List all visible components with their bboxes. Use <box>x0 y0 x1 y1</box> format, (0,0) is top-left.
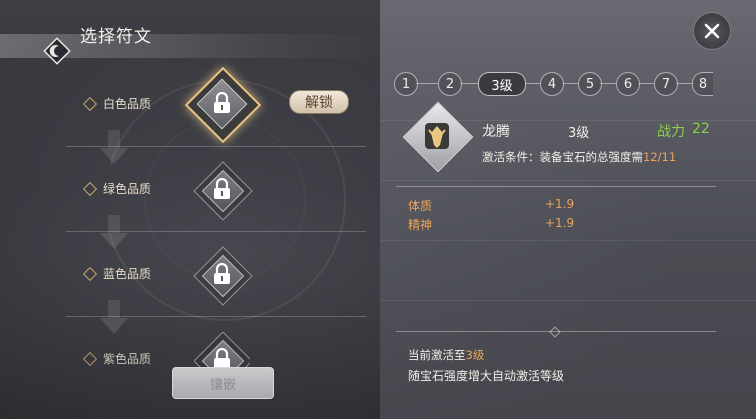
rune-level: 3级 <box>568 126 590 141</box>
close-button[interactable] <box>693 12 731 50</box>
tab-level-5[interactable]: 5 <box>578 72 602 96</box>
tab-connector <box>676 83 692 84</box>
tab-connector <box>460 83 478 84</box>
rune-slot-green[interactable] <box>193 161 253 221</box>
quality-label: 紫色品质 <box>103 352 152 366</box>
diamond-bullet-icon <box>82 96 98 111</box>
quality-row-green: 绿色品质 <box>82 180 152 197</box>
current-prefix: 当前激活至 <box>408 348 466 362</box>
down-arrow-stem <box>108 300 120 318</box>
condition-progress: 12/11 <box>643 150 677 164</box>
tab-level-4[interactable]: 4 <box>540 72 564 96</box>
activation-condition: 激活条件：装备宝石的总强度需12/11 <box>482 149 676 165</box>
rune-slot-purple[interactable] <box>194 332 250 372</box>
diamond-bullet-icon <box>82 181 98 196</box>
moon-emblem-icon <box>43 37 71 65</box>
level-tabs: 1 2 3级 4 5 6 7 8 <box>394 72 714 96</box>
current-activation: 当前激活至3级 <box>408 347 484 363</box>
stat-name: 精神 <box>408 218 433 232</box>
dragon-emblem-icon <box>425 123 449 149</box>
quality-row-white: 白色品质 <box>82 95 152 112</box>
quality-label: 蓝色品质 <box>103 267 152 281</box>
down-arrow-stem <box>108 215 120 233</box>
unlock-button[interactable]: 解锁 <box>289 90 349 114</box>
condition-text: 激活条件：装备宝石的总强度需 <box>482 150 643 164</box>
power-label: 战力 <box>657 124 685 140</box>
rune-name: 龙腾 <box>482 124 510 140</box>
tab-level-2[interactable]: 2 <box>438 72 462 96</box>
info-divider <box>396 186 716 187</box>
stat-name: 体质 <box>408 199 433 213</box>
diamond-bullet-icon <box>82 351 98 366</box>
panel-header: 选择符文 <box>0 14 390 65</box>
tab-connector <box>524 83 540 84</box>
down-arrow-icon <box>100 148 128 164</box>
tab-connector <box>562 83 578 84</box>
rune-slot-blue[interactable] <box>193 246 253 306</box>
down-arrow-icon <box>100 318 128 334</box>
page-title: 选择符文 <box>80 27 152 47</box>
quality-label: 白色品质 <box>103 97 152 111</box>
quality-row-purple: 紫色品质 <box>82 350 152 367</box>
close-icon <box>704 23 720 39</box>
current-level: 3级 <box>465 348 485 362</box>
embed-button[interactable]: 镶嵌 <box>172 367 274 399</box>
tab-connector <box>600 83 616 84</box>
down-arrow-stem <box>108 130 120 148</box>
tab-level-8[interactable]: 8 <box>692 72 713 96</box>
tab-connector <box>416 83 438 84</box>
power-value: 22 <box>692 121 710 137</box>
quality-label: 绿色品质 <box>103 182 152 196</box>
auto-activation-note: 随宝石强度增大自动激活等级 <box>408 369 565 383</box>
diamond-bullet-icon <box>82 266 98 281</box>
tab-connector <box>638 83 654 84</box>
lock-icon <box>214 92 230 113</box>
rune-slot-white[interactable] <box>184 66 262 144</box>
down-arrow-icon <box>100 233 128 249</box>
stat-value: +1.9 <box>545 216 575 230</box>
tab-level-7[interactable]: 7 <box>654 72 678 96</box>
quality-row-blue: 蓝色品质 <box>82 265 152 282</box>
lock-icon <box>214 263 230 284</box>
tab-level-6[interactable]: 6 <box>616 72 640 96</box>
tab-level-1[interactable]: 1 <box>394 72 418 96</box>
lock-icon <box>214 178 230 199</box>
tab-level-3-active[interactable]: 3级 <box>478 72 526 96</box>
stat-value: +1.9 <box>545 197 575 211</box>
